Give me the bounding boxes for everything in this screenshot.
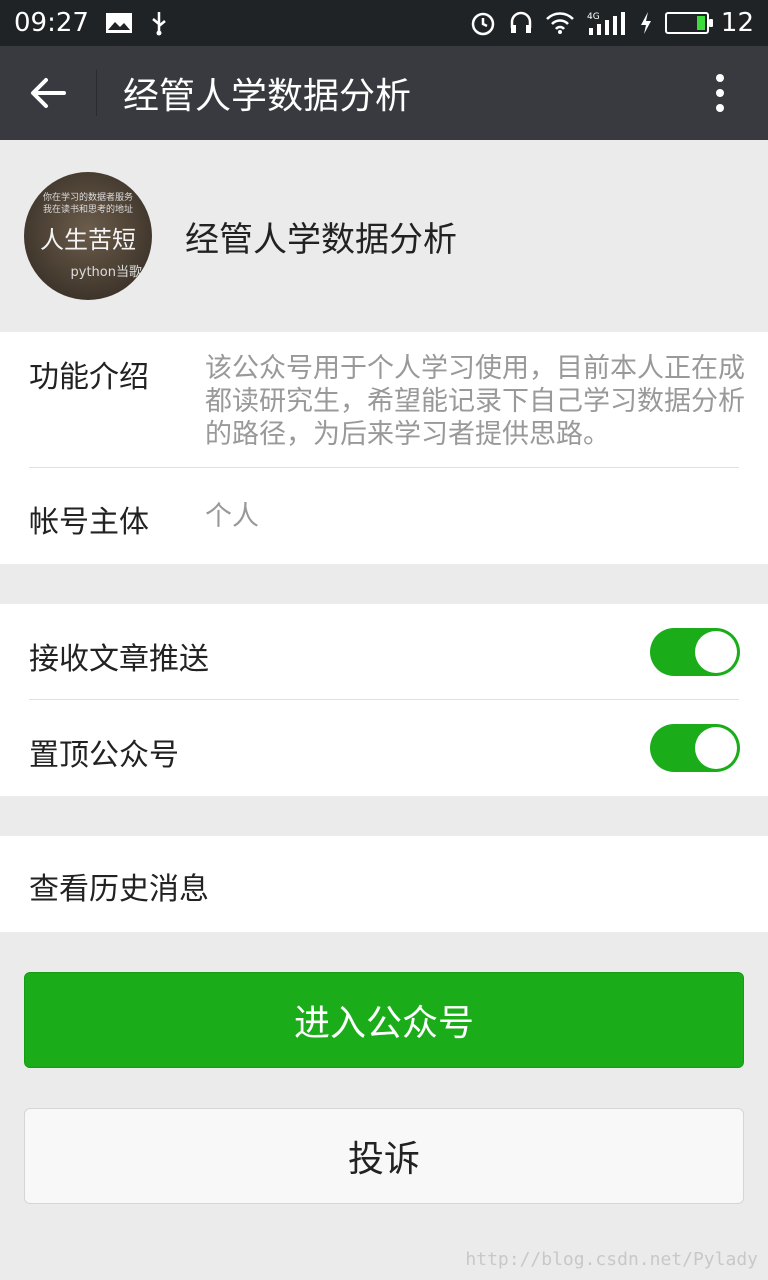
avatar-line2: 我在读书和思考的地址 <box>42 205 133 215</box>
divider <box>29 699 739 700</box>
info-card: 功能介绍 该公众号用于个人学习使用，目前本人正在成都读研究生，希望能记录下自己学… <box>0 332 768 564</box>
more-button[interactable] <box>672 46 768 140</box>
headset-icon <box>509 10 533 36</box>
account-name: 经管人学数据分析 <box>185 219 457 260</box>
watermark: http://blog.csdn.net/Pylady <box>465 1249 758 1270</box>
status-bar: 09:27 4G 12 <box>0 0 768 46</box>
network-label: 4G <box>587 12 600 22</box>
receive-push-label: 接收文章推送 <box>29 642 209 677</box>
toggle-knob <box>695 631 737 673</box>
battery-level: 12 <box>720 8 754 38</box>
pin-top-toggle[interactable] <box>650 724 740 772</box>
signal-icon: 4G <box>587 10 627 36</box>
history-row[interactable]: 查看历史消息 <box>0 836 768 932</box>
settings-card: 接收文章推送 置顶公众号 <box>0 604 768 796</box>
report-button[interactable]: 投诉 <box>24 1108 744 1204</box>
battery-icon <box>664 12 713 34</box>
usb-icon <box>149 10 169 36</box>
image-icon <box>105 12 133 34</box>
history-label: 查看历史消息 <box>29 872 209 907</box>
intro-text: 该公众号用于个人学习使用，目前本人正在成都读研究生，希望能记录下自己学习数据分析… <box>205 353 745 450</box>
wifi-icon <box>545 11 575 35</box>
avatar-main-text: 人生苦短 <box>40 226 136 254</box>
divider <box>29 467 739 468</box>
avatar-tag: python当歌 <box>70 265 142 280</box>
profile-header: 你在学习的数据者服务 我在读书和思考的地址 人生苦短 python当歌 经管人学… <box>0 140 768 332</box>
back-button[interactable] <box>0 46 96 140</box>
page-title: 经管人学数据分析 <box>123 76 412 117</box>
toggle-knob <box>695 727 737 769</box>
header-bar: 经管人学数据分析 <box>0 46 768 140</box>
arrow-left-icon <box>31 78 66 108</box>
avatar-line1: 你在学习的数据者服务 <box>42 193 133 203</box>
status-time: 09:27 <box>14 8 89 38</box>
alarm-icon <box>469 9 497 37</box>
receive-push-toggle[interactable] <box>650 628 740 676</box>
pin-top-label: 置顶公众号 <box>29 738 179 773</box>
account-subject-label: 帐号主体 <box>29 505 149 540</box>
intro-label: 功能介绍 <box>29 360 149 395</box>
charging-icon <box>639 11 653 35</box>
enter-account-button[interactable]: 进入公众号 <box>24 972 744 1068</box>
account-subject-value: 个人 <box>205 501 259 532</box>
avatar[interactable]: 你在学习的数据者服务 我在读书和思考的地址 人生苦短 python当歌 <box>24 172 152 300</box>
more-vertical-icon <box>716 74 724 112</box>
